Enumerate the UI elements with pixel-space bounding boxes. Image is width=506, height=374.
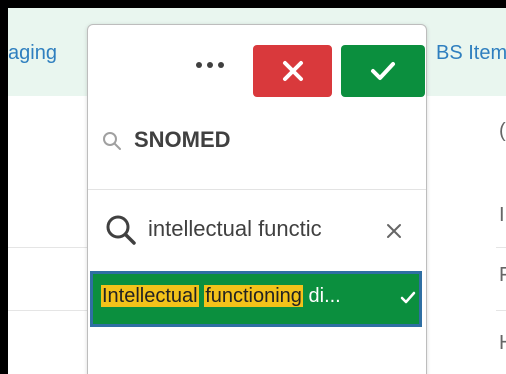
background-left-column (8, 96, 88, 374)
screenshot-frame: aging BS Item ( I F H (0, 0, 506, 374)
background-tab-left[interactable]: aging (8, 42, 57, 65)
check-icon (371, 62, 395, 80)
search-row (88, 189, 426, 271)
selected-check-icon (400, 291, 416, 310)
background-text-fragment: ( (499, 120, 506, 142)
background-text-fragment: F (499, 264, 506, 286)
result-item-label: Intellectual functioning di... (101, 285, 341, 308)
clear-icon (387, 224, 401, 238)
search-icon (104, 213, 138, 252)
confirm-selection-button[interactable] (341, 45, 425, 97)
highlighted-term: functioning (204, 285, 303, 307)
background-tab-right[interactable]: BS Item (436, 42, 506, 65)
app-canvas: aging BS Item ( I F H (8, 8, 506, 374)
search-icon (102, 131, 122, 156)
search-input[interactable] (148, 215, 368, 243)
field-title-row: SNOMED (88, 99, 426, 190)
popup-toolbar (88, 25, 426, 99)
row-divider (496, 247, 506, 248)
close-icon (282, 61, 303, 81)
result-text-rest: di... (308, 285, 341, 307)
cancel-selection-button[interactable] (253, 45, 332, 97)
background-text-fragment: I (499, 204, 505, 226)
more-options-icon (196, 62, 224, 68)
result-item-selected[interactable]: Intellectual functioning di... (90, 271, 422, 327)
highlighted-term: Intellectual (101, 285, 199, 307)
field-title: SNOMED (134, 127, 231, 152)
more-options-button[interactable] (190, 47, 230, 83)
background-right-column: ( I F H (426, 96, 506, 374)
clear-search-button[interactable] (380, 217, 408, 245)
row-divider (8, 310, 88, 311)
background-text-fragment: H (499, 332, 506, 355)
row-divider (496, 310, 506, 311)
selection-popup: SNOMED Intellectual (87, 24, 427, 374)
row-divider (8, 247, 88, 248)
